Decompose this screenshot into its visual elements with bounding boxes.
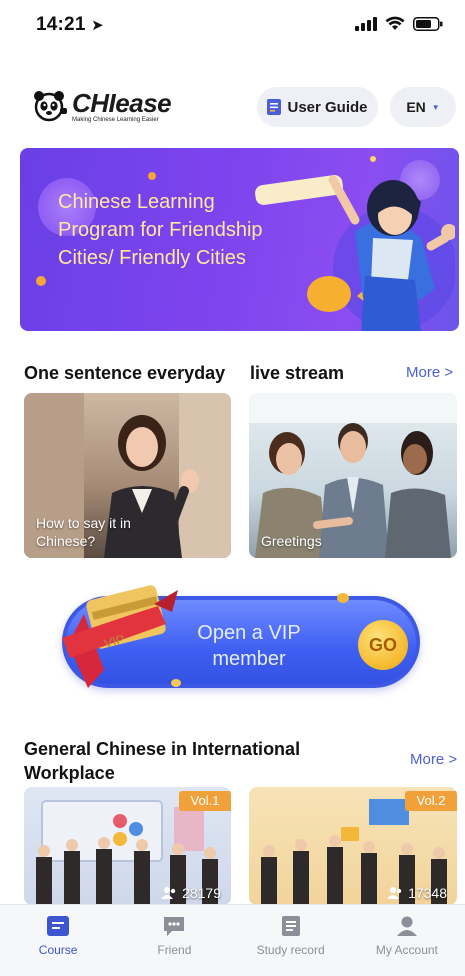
general-chinese-title: General Chinese in International Workpla… <box>24 739 301 783</box>
users-icon <box>161 887 176 899</box>
tab-friend[interactable]: Friend <box>116 905 232 976</box>
status-icons <box>355 16 443 31</box>
tab-study-record-label: Study record <box>256 943 325 957</box>
coin-icon <box>337 593 349 603</box>
panda-logo-icon <box>34 91 67 122</box>
course-icon <box>47 916 70 936</box>
tab-course[interactable]: Course <box>0 905 116 976</box>
general-chinese-more-link[interactable]: More > <box>410 751 457 768</box>
vip-card-icon: VIP <box>62 585 178 688</box>
vip-label: Open a VIP member <box>197 622 301 670</box>
promo-banner[interactable]: Chinese Learning Program for Friendship … <box>20 148 459 331</box>
vol1-badge: Vol.1 <box>179 791 231 811</box>
language-label: EN <box>406 99 426 115</box>
tab-my-account[interactable]: My Account <box>349 905 465 976</box>
status-bar: 14:21 ➤ <box>0 0 465 52</box>
battery-icon <box>413 16 443 31</box>
record-icon <box>281 916 300 936</box>
wifi-icon <box>385 16 405 30</box>
tab-my-account-label: My Account <box>375 943 438 957</box>
vip-banner[interactable]: VIP Open a VIP member GO <box>62 585 420 688</box>
user-guide-label: User Guide <box>287 98 368 116</box>
vol1-count: 28179 <box>182 885 221 901</box>
course-card-vol1[interactable]: Vol.1 28179 <box>24 787 231 905</box>
vol2-count: 17348 <box>408 885 447 901</box>
app-logo: CHIease Making Chinese Learning Easier <box>32 88 172 123</box>
tab-study-record[interactable]: Study record <box>233 905 349 976</box>
brand-name: CHIease <box>72 88 172 118</box>
user-guide-button[interactable]: User Guide <box>257 87 378 127</box>
book-icon <box>267 99 282 115</box>
vol2-badge: Vol.2 <box>405 791 457 811</box>
users-icon <box>387 887 402 899</box>
live-stream-title: live stream <box>250 363 345 383</box>
vol2-learner-count: 17348 <box>387 885 447 901</box>
banner-illustration <box>255 175 455 331</box>
live-stream-caption: Greetings <box>261 533 322 549</box>
tab-friend-label: Friend <box>157 943 192 957</box>
bottom-tab-bar: Course Friend Study record My Account <box>0 904 465 976</box>
signal-icon <box>355 16 377 31</box>
live-stream-card[interactable]: Greetings <box>249 393 457 558</box>
person-icon <box>396 916 417 936</box>
tab-course-label: Course <box>38 943 78 957</box>
one-sentence-card[interactable]: How to say it in Chinese? <box>24 393 231 558</box>
chat-icon <box>164 917 185 936</box>
banner-decoration <box>36 276 46 286</box>
live-stream-more-link[interactable]: More > <box>406 364 453 381</box>
one-sentence-title: One sentence everyday <box>24 363 226 383</box>
caret-down-icon: ▼ <box>431 102 440 112</box>
brand-tagline: Making Chinese Learning Easier <box>72 117 159 123</box>
banner-title: Chinese Learning Program for Friendship … <box>58 191 263 269</box>
coin-icon <box>171 679 181 687</box>
banner-decoration <box>370 156 376 162</box>
language-select[interactable]: EN ▼ <box>390 87 456 127</box>
one-sentence-caption: How to say it in Chinese? <box>36 515 131 549</box>
banner-decoration <box>148 172 156 180</box>
course-card-vol2[interactable]: Vol.2 17348 <box>249 787 457 905</box>
status-time: 14:21 ➤ <box>36 14 104 35</box>
vol1-learner-count: 28179 <box>161 885 221 901</box>
vip-go-button[interactable]: GO <box>358 620 408 670</box>
